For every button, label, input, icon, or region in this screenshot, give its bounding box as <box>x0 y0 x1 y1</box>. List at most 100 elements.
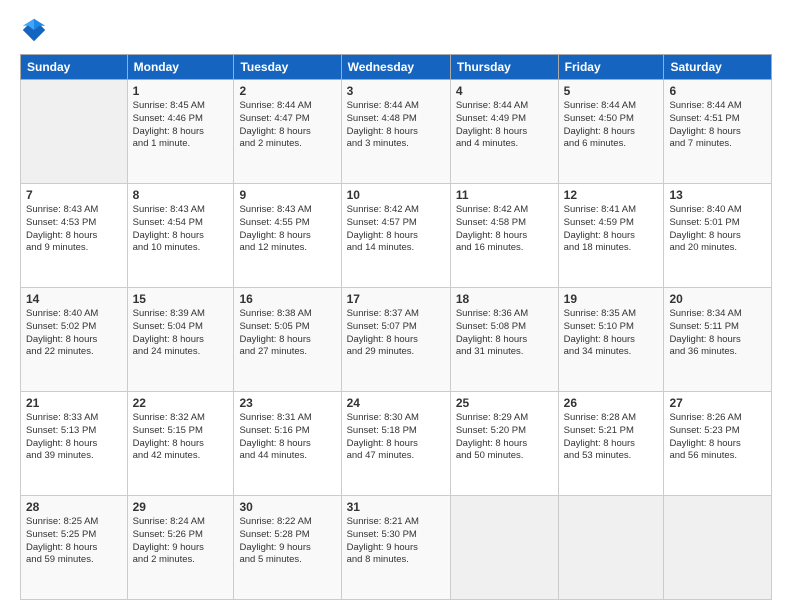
day-details: Sunrise: 8:41 AM Sunset: 4:59 PM Dayligh… <box>564 204 659 255</box>
day-details: Sunrise: 8:28 AM Sunset: 5:21 PM Dayligh… <box>564 412 659 463</box>
day-number: 19 <box>564 292 659 306</box>
calendar-cell: 21 Sunrise: 8:33 AM Sunset: 5:13 PM Dayli… <box>21 392 128 496</box>
calendar-cell: 30 Sunrise: 8:22 AM Sunset: 5:28 PM Dayli… <box>234 496 341 600</box>
day-details: Sunrise: 8:44 AM Sunset: 4:48 PM Dayligh… <box>347 100 445 151</box>
day-number: 1 <box>133 84 229 98</box>
day-number: 29 <box>133 500 229 514</box>
day-details: Sunrise: 8:40 AM Sunset: 5:01 PM Dayligh… <box>669 204 766 255</box>
calendar-cell: 7 Sunrise: 8:43 AM Sunset: 4:53 PM Daylig… <box>21 184 128 288</box>
calendar-cell: 10 Sunrise: 8:42 AM Sunset: 4:57 PM Dayli… <box>341 184 450 288</box>
calendar-cell: 25 Sunrise: 8:29 AM Sunset: 5:20 PM Dayli… <box>450 392 558 496</box>
day-number: 13 <box>669 188 766 202</box>
day-details: Sunrise: 8:37 AM Sunset: 5:07 PM Dayligh… <box>347 308 445 359</box>
day-number: 9 <box>239 188 335 202</box>
day-number: 21 <box>26 396 122 410</box>
calendar-cell <box>664 496 772 600</box>
day-number: 30 <box>239 500 335 514</box>
calendar-cell: 5 Sunrise: 8:44 AM Sunset: 4:50 PM Daylig… <box>558 80 664 184</box>
day-number: 23 <box>239 396 335 410</box>
day-number: 18 <box>456 292 553 306</box>
calendar-cell: 16Sunrise: 8:38 AM Sunset: 5:05 PM Dayli… <box>234 288 341 392</box>
calendar-cell: 22 Sunrise: 8:32 AM Sunset: 5:15 PM Dayli… <box>127 392 234 496</box>
calendar-cell: 23 Sunrise: 8:31 AM Sunset: 5:16 PM Dayli… <box>234 392 341 496</box>
calendar-table: SundayMondayTuesdayWednesdayThursdayFrid… <box>20 54 772 600</box>
day-number: 22 <box>133 396 229 410</box>
calendar-week-row: 7 Sunrise: 8:43 AM Sunset: 4:53 PM Daylig… <box>21 184 772 288</box>
calendar-cell <box>558 496 664 600</box>
day-details: Sunrise: 8:42 AM Sunset: 4:57 PM Dayligh… <box>347 204 445 255</box>
day-details: Sunrise: 8:44 AM Sunset: 4:50 PM Dayligh… <box>564 100 659 151</box>
day-details: Sunrise: 8:40 AM Sunset: 5:02 PM Dayligh… <box>26 308 122 359</box>
calendar-cell: 19 Sunrise: 8:35 AM Sunset: 5:10 PM Dayli… <box>558 288 664 392</box>
day-details: Sunrise: 8:29 AM Sunset: 5:20 PM Dayligh… <box>456 412 553 463</box>
day-details: Sunrise: 8:31 AM Sunset: 5:16 PM Dayligh… <box>239 412 335 463</box>
calendar-day-header: Tuesday <box>234 55 341 80</box>
calendar-day-header: Saturday <box>664 55 772 80</box>
day-number: 4 <box>456 84 553 98</box>
calendar-day-header: Friday <box>558 55 664 80</box>
day-details: Sunrise: 8:44 AM Sunset: 4:49 PM Dayligh… <box>456 100 553 151</box>
day-number: 14 <box>26 292 122 306</box>
calendar-cell: 8 Sunrise: 8:43 AM Sunset: 4:54 PM Daylig… <box>127 184 234 288</box>
day-number: 7 <box>26 188 122 202</box>
day-number: 2 <box>239 84 335 98</box>
calendar-cell: 26Sunrise: 8:28 AM Sunset: 5:21 PM Dayli… <box>558 392 664 496</box>
day-number: 3 <box>347 84 445 98</box>
day-details: Sunrise: 8:42 AM Sunset: 4:58 PM Dayligh… <box>456 204 553 255</box>
calendar-cell: 13 Sunrise: 8:40 AM Sunset: 5:01 PM Dayli… <box>664 184 772 288</box>
day-number: 16 <box>239 292 335 306</box>
calendar-week-row: 28 Sunrise: 8:25 AM Sunset: 5:25 PM Dayli… <box>21 496 772 600</box>
day-number: 11 <box>456 188 553 202</box>
calendar-cell: 29 Sunrise: 8:24 AM Sunset: 5:26 PM Dayli… <box>127 496 234 600</box>
day-number: 27 <box>669 396 766 410</box>
day-number: 15 <box>133 292 229 306</box>
day-details: Sunrise: 8:39 AM Sunset: 5:04 PM Dayligh… <box>133 308 229 359</box>
calendar-cell: 12 Sunrise: 8:41 AM Sunset: 4:59 PM Dayli… <box>558 184 664 288</box>
day-number: 5 <box>564 84 659 98</box>
day-number: 31 <box>347 500 445 514</box>
calendar-cell: 9 Sunrise: 8:43 AM Sunset: 4:55 PM Daylig… <box>234 184 341 288</box>
day-number: 20 <box>669 292 766 306</box>
calendar-week-row: 14 Sunrise: 8:40 AM Sunset: 5:02 PM Dayli… <box>21 288 772 392</box>
day-number: 28 <box>26 500 122 514</box>
calendar-cell: 3 Sunrise: 8:44 AM Sunset: 4:48 PM Daylig… <box>341 80 450 184</box>
day-number: 25 <box>456 396 553 410</box>
day-details: Sunrise: 8:43 AM Sunset: 4:55 PM Dayligh… <box>239 204 335 255</box>
day-number: 8 <box>133 188 229 202</box>
day-details: Sunrise: 8:35 AM Sunset: 5:10 PM Dayligh… <box>564 308 659 359</box>
calendar-cell <box>450 496 558 600</box>
day-details: Sunrise: 8:26 AM Sunset: 5:23 PM Dayligh… <box>669 412 766 463</box>
calendar-cell: 18 Sunrise: 8:36 AM Sunset: 5:08 PM Dayli… <box>450 288 558 392</box>
day-details: Sunrise: 8:45 AM Sunset: 4:46 PM Dayligh… <box>133 100 229 151</box>
day-details: Sunrise: 8:25 AM Sunset: 5:25 PM Dayligh… <box>26 516 122 567</box>
logo <box>20 16 52 44</box>
calendar-cell: 1 Sunrise: 8:45 AM Sunset: 4:46 PM Daylig… <box>127 80 234 184</box>
calendar-cell: 31Sunrise: 8:21 AM Sunset: 5:30 PM Dayli… <box>341 496 450 600</box>
calendar-day-header: Thursday <box>450 55 558 80</box>
day-number: 24 <box>347 396 445 410</box>
calendar-cell: 28 Sunrise: 8:25 AM Sunset: 5:25 PM Dayli… <box>21 496 128 600</box>
calendar-cell: 27 Sunrise: 8:26 AM Sunset: 5:23 PM Dayli… <box>664 392 772 496</box>
calendar-cell: 17 Sunrise: 8:37 AM Sunset: 5:07 PM Dayli… <box>341 288 450 392</box>
day-details: Sunrise: 8:36 AM Sunset: 5:08 PM Dayligh… <box>456 308 553 359</box>
day-details: Sunrise: 8:33 AM Sunset: 5:13 PM Dayligh… <box>26 412 122 463</box>
day-details: Sunrise: 8:44 AM Sunset: 4:47 PM Dayligh… <box>239 100 335 151</box>
page-header <box>20 16 772 44</box>
calendar-cell: 14 Sunrise: 8:40 AM Sunset: 5:02 PM Dayli… <box>21 288 128 392</box>
day-details: Sunrise: 8:43 AM Sunset: 4:54 PM Dayligh… <box>133 204 229 255</box>
calendar-cell: 2 Sunrise: 8:44 AM Sunset: 4:47 PM Daylig… <box>234 80 341 184</box>
day-details: Sunrise: 8:22 AM Sunset: 5:28 PM Dayligh… <box>239 516 335 567</box>
calendar-day-header: Wednesday <box>341 55 450 80</box>
calendar-week-row: 1 Sunrise: 8:45 AM Sunset: 4:46 PM Daylig… <box>21 80 772 184</box>
calendar-header-row: SundayMondayTuesdayWednesdayThursdayFrid… <box>21 55 772 80</box>
calendar-cell: 11 Sunrise: 8:42 AM Sunset: 4:58 PM Dayli… <box>450 184 558 288</box>
day-details: Sunrise: 8:44 AM Sunset: 4:51 PM Dayligh… <box>669 100 766 151</box>
day-number: 10 <box>347 188 445 202</box>
day-details: Sunrise: 8:24 AM Sunset: 5:26 PM Dayligh… <box>133 516 229 567</box>
day-number: 12 <box>564 188 659 202</box>
calendar-cell: 24Sunrise: 8:30 AM Sunset: 5:18 PM Dayli… <box>341 392 450 496</box>
calendar-day-header: Sunday <box>21 55 128 80</box>
day-details: Sunrise: 8:43 AM Sunset: 4:53 PM Dayligh… <box>26 204 122 255</box>
day-details: Sunrise: 8:32 AM Sunset: 5:15 PM Dayligh… <box>133 412 229 463</box>
day-number: 17 <box>347 292 445 306</box>
